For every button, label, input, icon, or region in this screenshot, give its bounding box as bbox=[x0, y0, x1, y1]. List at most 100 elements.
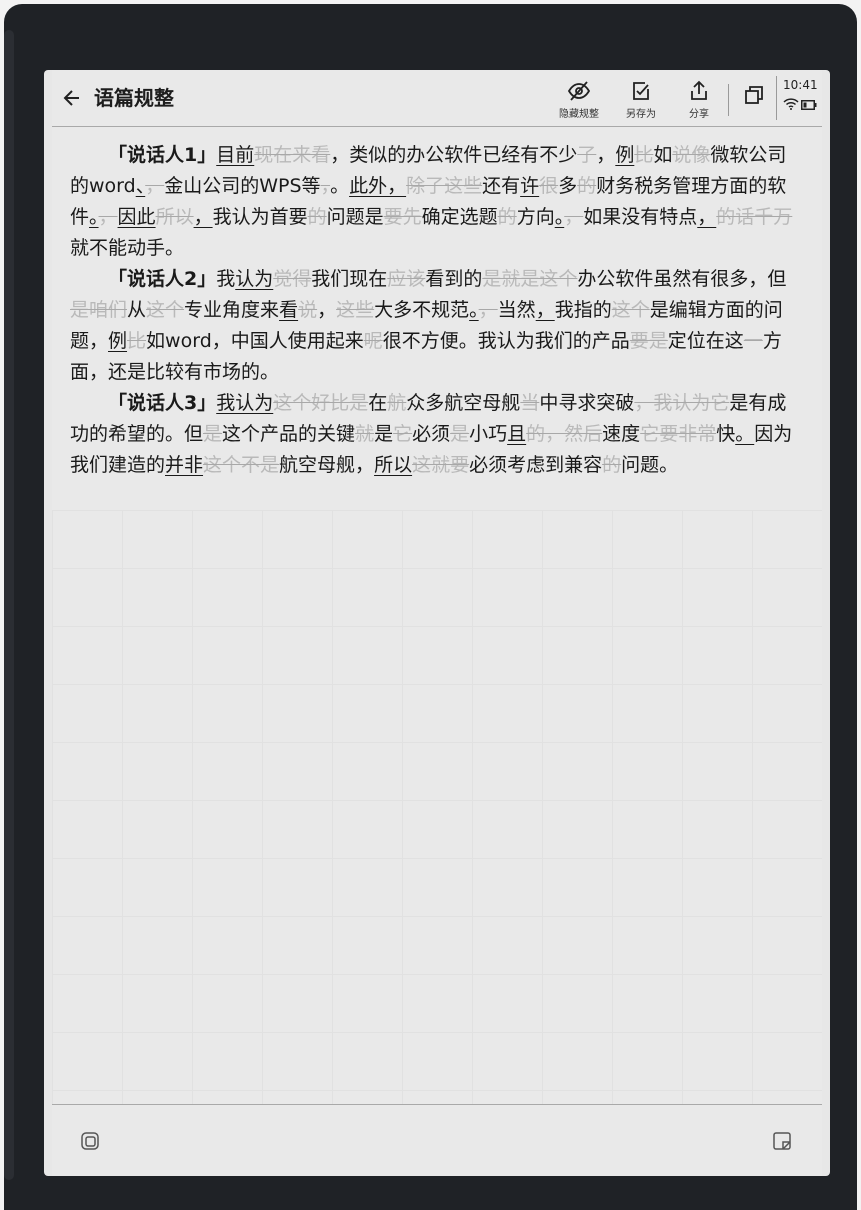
text-run: 我指的 bbox=[554, 299, 612, 321]
share-label: 分享 bbox=[689, 109, 709, 120]
save-as-label: 另存为 bbox=[626, 109, 656, 120]
edited-word: ， bbox=[535, 299, 555, 321]
sticker-button[interactable] bbox=[80, 1131, 100, 1155]
removed-word: 要是 bbox=[629, 330, 668, 352]
inserted-punctuation: 。 bbox=[469, 299, 479, 321]
removed-word: ， bbox=[145, 175, 165, 197]
text-run: 如 bbox=[653, 144, 673, 166]
edited-word: 例 bbox=[615, 144, 635, 166]
battery-icon bbox=[801, 100, 817, 110]
text-run: 就 bbox=[70, 237, 90, 259]
window-icon bbox=[745, 86, 763, 104]
removed-word: ， bbox=[320, 175, 331, 197]
toolbar-divider bbox=[728, 84, 729, 116]
inserted-punctuation: 。 bbox=[89, 206, 99, 228]
text-run: 方向 bbox=[516, 206, 555, 228]
edited-word: ， bbox=[193, 206, 213, 228]
speaker-paragraph: 「说话人1」目前现在来看，类似的办公软件已经有不少了，例比如说像微软公司的wor… bbox=[70, 140, 802, 264]
inserted-punctuation: 。 bbox=[554, 206, 565, 228]
removed-word: 这个 bbox=[146, 299, 185, 321]
removed-word: 现在来看 bbox=[254, 144, 331, 166]
hide-normalize-label: 隐藏规整 bbox=[559, 109, 599, 120]
text-run: 小巧 bbox=[469, 423, 508, 445]
edited-word: 且 bbox=[507, 423, 527, 445]
text-run: 速度 bbox=[602, 423, 641, 445]
removed-word: 呢 bbox=[363, 330, 383, 352]
removed-word: 觉得 bbox=[273, 268, 312, 290]
speaker-label: 「说话人1」 bbox=[108, 144, 217, 166]
edited-word: 我认为 bbox=[216, 392, 274, 414]
text-run: 多 bbox=[558, 175, 578, 197]
text-run: 众多航空母舰 bbox=[406, 392, 521, 414]
removed-word: 的 bbox=[602, 454, 622, 476]
wifi-icon bbox=[783, 98, 799, 110]
transcript-document: 「说话人1」目前现在来看，类似的办公软件已经有不少了，例比如说像微软公司的wor… bbox=[70, 140, 802, 481]
edited-word: 看 bbox=[279, 299, 299, 321]
edited-word: 并非 bbox=[165, 454, 204, 476]
save-as-button[interactable]: 另存为 bbox=[612, 80, 670, 124]
text-run: 办公软件虽然有很多，但 bbox=[577, 268, 787, 290]
text-run: 如果没有特点 bbox=[583, 206, 698, 228]
text-run: 确定选题 bbox=[421, 206, 498, 228]
device-screen: 语篇规整 隐藏规整 另存为 分享 10:41 「说话人1」目前现在来看，类似的办… bbox=[44, 70, 830, 1176]
text-run: 问题是 bbox=[326, 206, 384, 228]
removed-word: 就 bbox=[355, 423, 375, 445]
inserted-punctuation: 、 bbox=[135, 175, 146, 197]
removed-word: ， bbox=[478, 299, 498, 321]
text-run: 在 bbox=[368, 392, 388, 414]
window-mode-button[interactable] bbox=[734, 84, 774, 128]
text-run: ， bbox=[596, 144, 616, 166]
removed-word: ， bbox=[98, 206, 118, 228]
sticker-icon bbox=[81, 1132, 99, 1150]
removed-word: 的 bbox=[577, 175, 597, 197]
edited-word: 例 bbox=[108, 330, 128, 352]
text-run: 如word，中国人使用起来 bbox=[146, 330, 364, 352]
edited-word: 所以 bbox=[374, 454, 413, 476]
bottom-bar bbox=[52, 1104, 822, 1176]
note-icon bbox=[773, 1132, 791, 1150]
removed-word: 所以 bbox=[155, 206, 194, 228]
edited-word: 因此 bbox=[117, 206, 156, 228]
removed-word: 的 bbox=[497, 206, 517, 228]
removed-word: 要先 bbox=[383, 206, 422, 228]
back-button[interactable] bbox=[58, 84, 86, 112]
edited-word: 认为 bbox=[235, 268, 274, 290]
back-arrow-icon bbox=[63, 90, 79, 106]
app-window: 语篇规整 隐藏规整 另存为 分享 10:41 「说话人1」目前现在来看，类似的办… bbox=[52, 70, 822, 1176]
text-run: 我 bbox=[216, 268, 236, 290]
background-grid bbox=[52, 510, 822, 1104]
edited-word: 许 bbox=[520, 175, 540, 197]
removed-word: 说像 bbox=[672, 144, 711, 166]
text-run: 我们现在 bbox=[311, 268, 388, 290]
speaker-paragraph: 「说话人2」我认为觉得我们现在应该看到的是就是这个办公软件虽然有很多，但是咱们从… bbox=[70, 264, 802, 388]
inserted-punctuation: ， bbox=[697, 206, 717, 228]
removed-word: 应该 bbox=[387, 268, 426, 290]
edited-word: 目前 bbox=[216, 144, 255, 166]
speaker-label: 「说话人3」 bbox=[108, 392, 217, 414]
text-run: 必须考虑到兼容 bbox=[469, 454, 603, 476]
removed-word: 很 bbox=[539, 175, 559, 197]
text-run: ， bbox=[317, 299, 337, 321]
text-run: 必须 bbox=[412, 423, 451, 445]
top-bar: 语篇规整 隐藏规整 另存为 分享 10:41 bbox=[52, 70, 822, 127]
removed-word: 当 bbox=[520, 392, 540, 414]
removed-word: 它 bbox=[393, 423, 413, 445]
share-button[interactable]: 分享 bbox=[670, 80, 728, 124]
page-title: 语篇规整 bbox=[94, 86, 174, 110]
text-run: ，类似的办公软件已经有不少 bbox=[330, 144, 578, 166]
text-run: 问题。 bbox=[621, 454, 679, 476]
text-run: 这个产品的关键 bbox=[222, 423, 356, 445]
removed-word: ， bbox=[564, 206, 584, 228]
removed-word: 是咱们 bbox=[70, 299, 128, 321]
text-run: 我认为首要 bbox=[212, 206, 308, 228]
removed-word: 比 bbox=[127, 330, 147, 352]
share-icon bbox=[691, 80, 707, 100]
inserted-punctuation: 。 bbox=[735, 423, 755, 445]
edited-word: 此外， bbox=[349, 175, 407, 197]
hide-normalize-button[interactable]: 隐藏规整 bbox=[550, 80, 608, 124]
text-run: 专业角度来 bbox=[184, 299, 280, 321]
text-run: 是 bbox=[374, 423, 394, 445]
note-button[interactable] bbox=[772, 1131, 792, 1155]
speaker-label: 「说话人2」 bbox=[108, 268, 217, 290]
text-run: 航空母舰， bbox=[279, 454, 375, 476]
